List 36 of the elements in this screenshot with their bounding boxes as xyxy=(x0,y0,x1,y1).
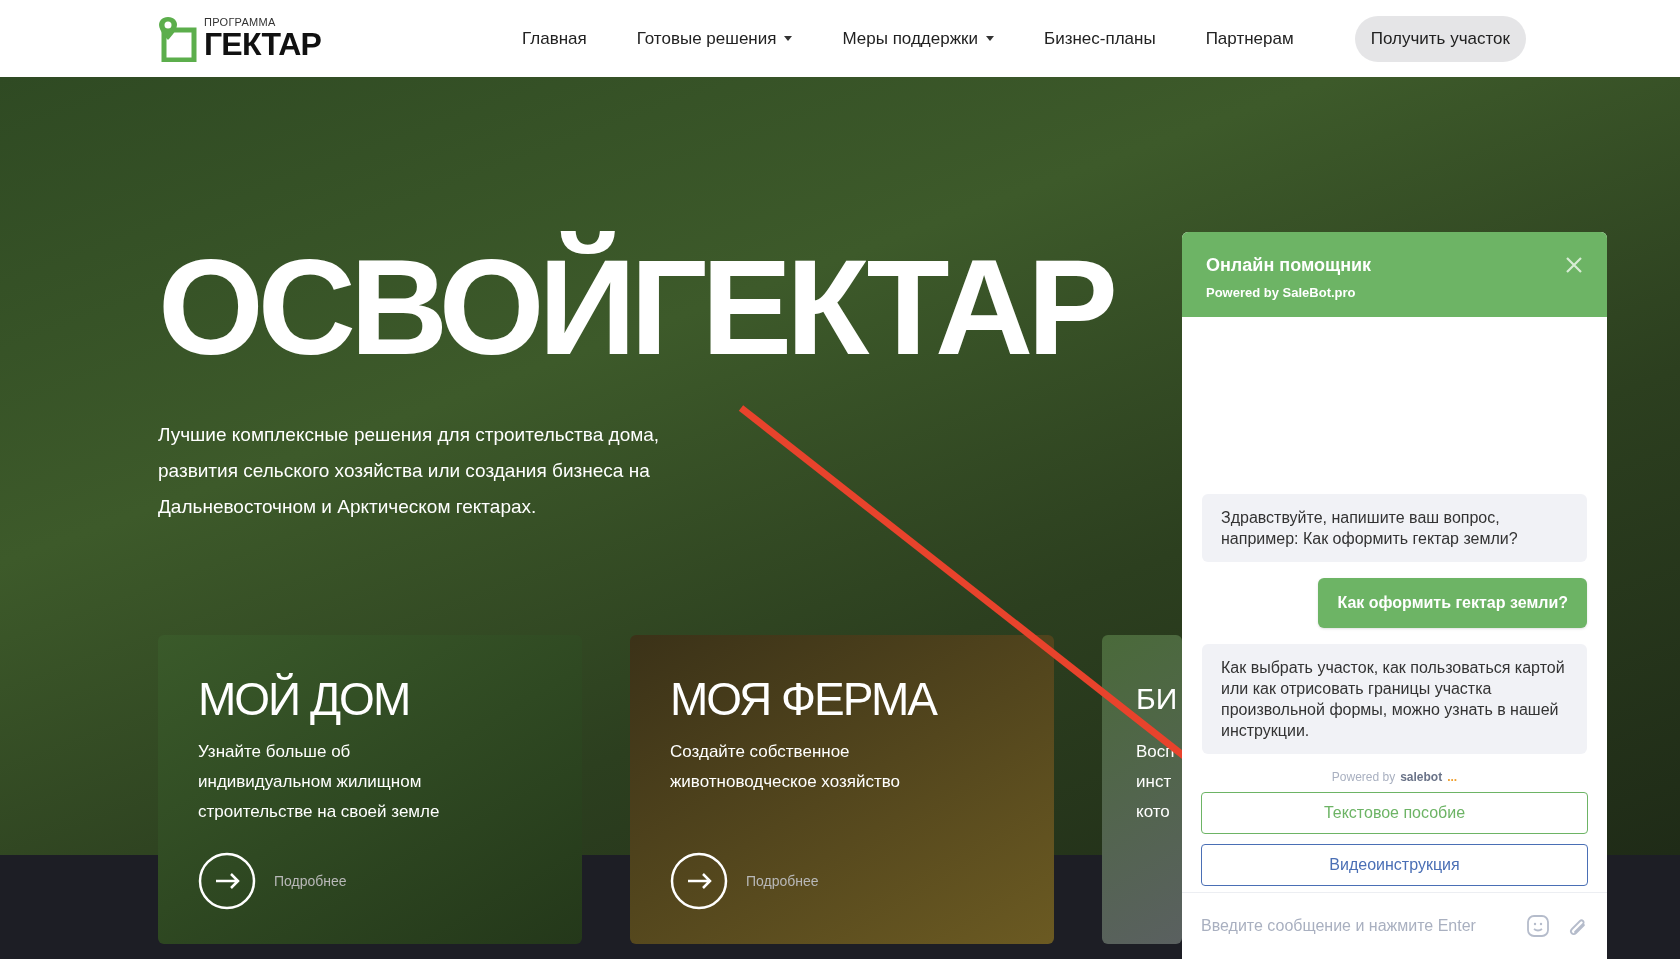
hero-subtitle: Лучшие комплексные решения для строительства дома, развития сельского хозяйства или создания бизнеса на Дальневосточном и Арктическом гектарах. xyxy=(158,423,661,519)
solution-card[interactable]: МОЙ ДОМ Узнайте больше об индивидуальном жилищном строительстве на своей земле Подробнее xyxy=(158,635,582,944)
card-description: Восп инст кото xyxy=(1136,741,1176,823)
card-description: Узнайте больше об индивидуальном жилищном строительстве на своей земле xyxy=(198,741,441,823)
arrow-right-icon[interactable] xyxy=(670,852,728,910)
solution-card[interactable]: БИ Восп инст кото xyxy=(1102,635,1182,944)
salebot-link[interactable]: salebot xyxy=(1400,768,1443,786)
get-plot-button[interactable]: Получить участок xyxy=(1354,15,1526,62)
card-description: Создайте собственное животноводческое хозяйство xyxy=(670,741,901,793)
nav-link[interactable]: Главная xyxy=(522,25,587,52)
nav-link[interactable]: Бизнес-планы xyxy=(1044,25,1156,52)
emoji-icon[interactable] xyxy=(1526,914,1550,938)
user-message: Как оформить гектар земли? xyxy=(1318,578,1587,628)
logo-caption: ПРОГРАММА xyxy=(204,17,277,28)
bot-message: Как выбрать участок, как пользоваться картой или как отрисовать границы участка произвольной формы, можно узнать в нашей инструкции. xyxy=(1202,644,1587,754)
logo-wordmark: ГЕКТАР xyxy=(204,28,321,60)
nav-link[interactable]: Партнерам xyxy=(1205,25,1294,52)
message-input[interactable]: Введите сообщение и нажмите Enter xyxy=(1201,914,1510,938)
logo-icon xyxy=(158,15,198,62)
chat-title: Онлайн помощник xyxy=(1206,254,1372,277)
arrow-right-icon[interactable] xyxy=(198,852,256,910)
brand-dots: ... xyxy=(1447,769,1458,786)
nav-link[interactable]: Готовые решения xyxy=(636,25,793,52)
card-title: БИ xyxy=(1136,681,1179,717)
close-icon[interactable] xyxy=(1565,256,1583,274)
bot-message: Здравствуйте, напишите ваш вопрос, например: Как оформить гектар земли? xyxy=(1202,494,1587,562)
more-link[interactable]: Подробнее xyxy=(274,870,347,892)
nav-link[interactable]: Меры поддержки xyxy=(842,25,994,52)
hero-title: ОСВОЙГЕКТАР xyxy=(158,230,1112,385)
more-link[interactable]: Подробнее xyxy=(746,870,819,892)
solution-card[interactable]: МОЯ ФЕРМА Создайте собственное животноводческое хозяйство Подробнее xyxy=(630,635,1054,944)
chat-subtitle: Powered by SaleBot.pro xyxy=(1206,284,1357,302)
chat-option-button[interactable]: Видеоинструкция xyxy=(1201,844,1588,886)
card-title: МОЯ ФЕРМА xyxy=(670,673,938,725)
powered-by-label: Powered by xyxy=(1331,769,1396,786)
card-title: МОЙ ДОМ xyxy=(198,673,411,725)
